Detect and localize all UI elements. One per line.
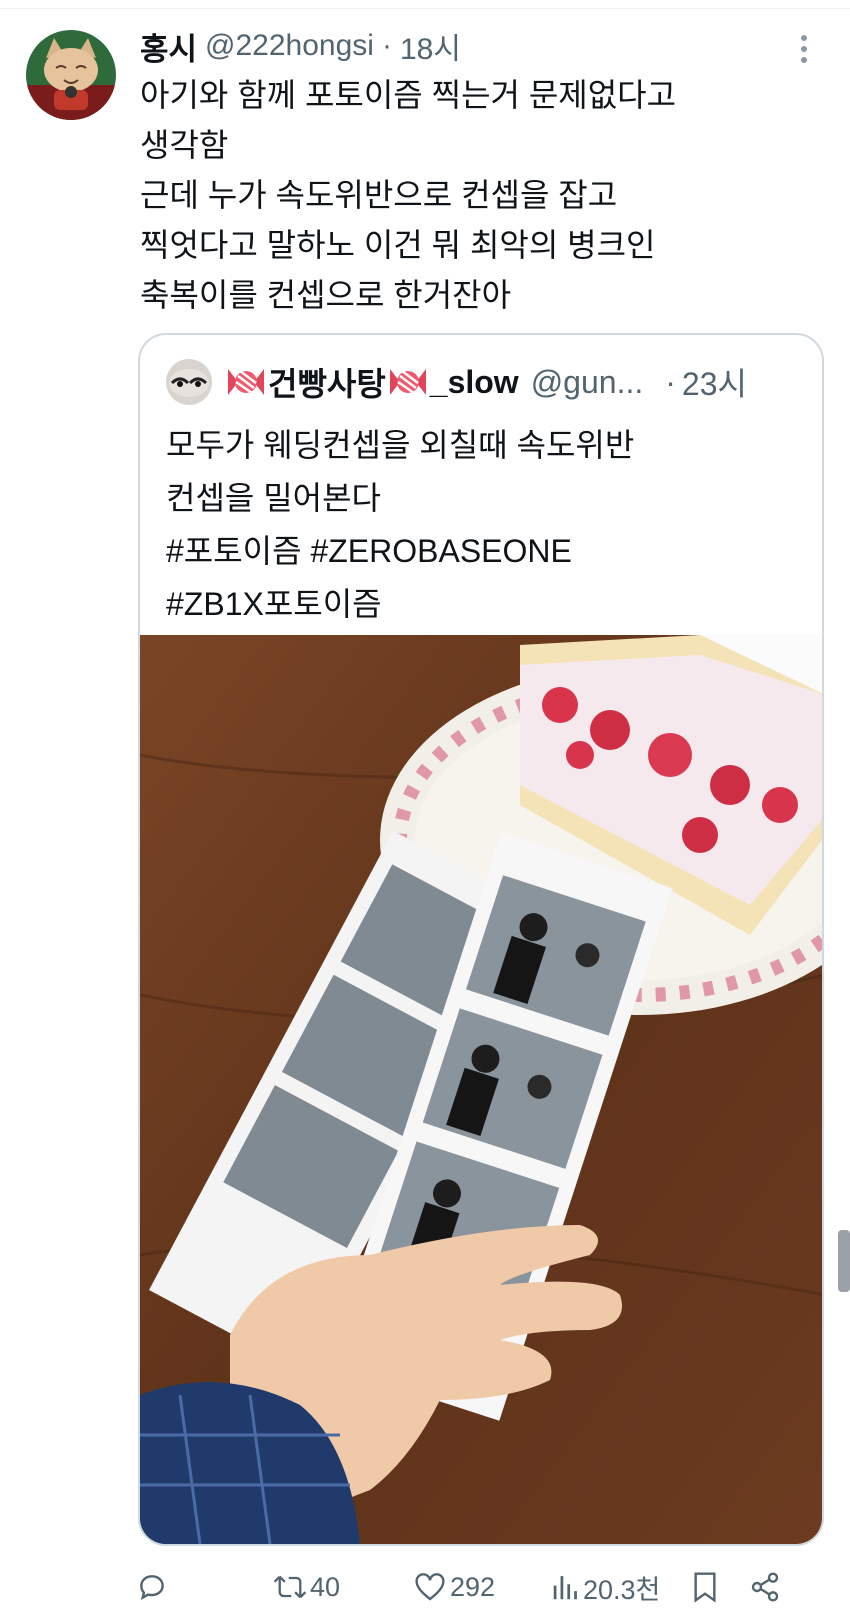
- more-options-button[interactable]: [792, 32, 816, 66]
- tweet-action-bar: 40 292 20.3천: [0, 1562, 850, 1612]
- more-vertical-icon: [801, 35, 807, 63]
- quoted-author-suffix[interactable]: _slow: [430, 364, 519, 401]
- top-divider: [0, 8, 850, 9]
- retweet-icon: [273, 1575, 307, 1599]
- quoted-author-avatar: [166, 359, 212, 405]
- quoted-tweet-photo[interactable]: [140, 635, 822, 1544]
- quoted-tweet-card[interactable]: 건빵사탕 _slow @gun... · 23시 모두가 웨딩컨셉을 외칠때 속…: [138, 333, 824, 1546]
- author-avatar[interactable]: [26, 30, 116, 120]
- candy-emoji-icon: [228, 369, 264, 395]
- retweet-count: 40: [310, 1571, 341, 1602]
- candy-emoji-icon: [389, 369, 426, 395]
- reply-button[interactable]: [136, 1562, 168, 1612]
- tweet-text: 아기와 함께 포토이즘 찍는거 문제없다고 생각함 근데 누가 속도위반으로 컨…: [140, 77, 677, 313]
- tweet-header: 홍시 @222hongsi · 18시: [140, 24, 461, 69]
- scrollbar-thumb[interactable]: [838, 1230, 850, 1292]
- cat-avatar-icon: [26, 30, 116, 120]
- tweet-time[interactable]: 18시: [400, 24, 461, 68]
- separator-dot: ·: [381, 29, 392, 62]
- views-count: 20.3천: [583, 1574, 661, 1605]
- views-button[interactable]: 20.3천: [551, 1562, 660, 1612]
- like-button[interactable]: 292: [414, 1562, 495, 1612]
- quoted-separator-dot: ·: [665, 363, 676, 400]
- share-icon: [751, 1572, 779, 1602]
- bookmark-button[interactable]: [692, 1562, 718, 1612]
- heart-icon: [415, 1573, 445, 1601]
- quoted-author-handle[interactable]: @gun...: [531, 364, 644, 401]
- views-icon: [553, 1576, 577, 1600]
- like-count: 292: [450, 1571, 496, 1602]
- retweet-button[interactable]: 40: [272, 1562, 340, 1612]
- author-handle[interactable]: @222hongsi: [205, 29, 374, 63]
- quoted-author-name[interactable]: 건빵사탕: [268, 359, 386, 405]
- quoted-tweet-time[interactable]: 23시: [682, 359, 747, 405]
- bookmark-icon: [694, 1572, 716, 1603]
- reply-icon: [140, 1575, 164, 1601]
- author-name[interactable]: 홍시: [140, 24, 197, 69]
- photo-strip-cake-image: [140, 635, 822, 1544]
- quoted-tweet-text: 모두가 웨딩컨셉을 외칠때 속도위반 컨셉을 밀어본다 #포토이즘 #ZEROB…: [166, 427, 635, 622]
- quoted-tweet-header: 건빵사탕 _slow @gun... · 23시: [166, 359, 747, 405]
- share-button[interactable]: [750, 1562, 780, 1612]
